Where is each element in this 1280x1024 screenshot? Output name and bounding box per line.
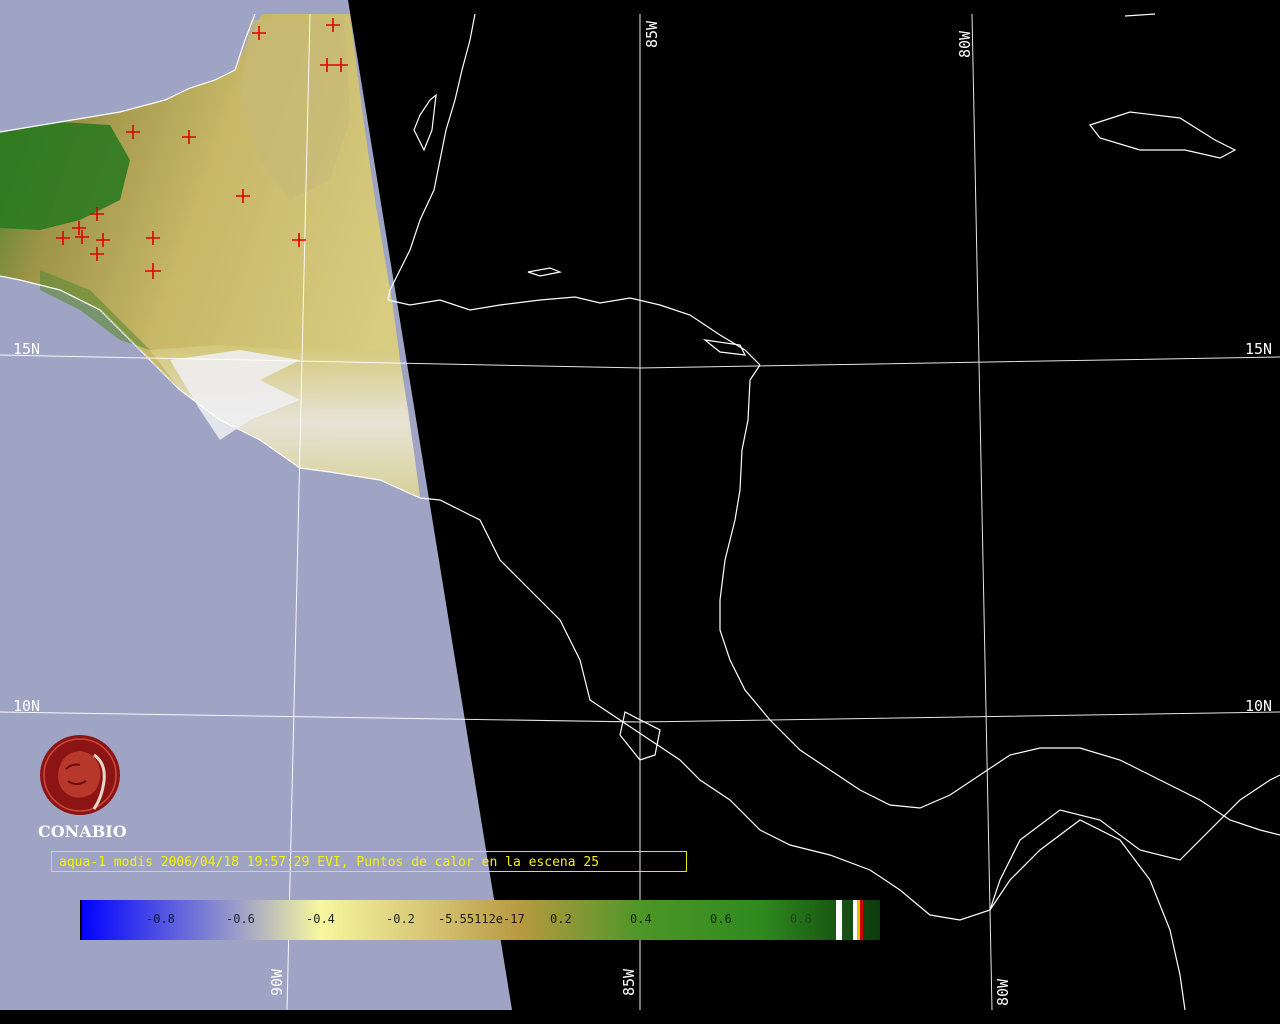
colorbar-white-band xyxy=(836,900,842,940)
colorbar-tick: -0.6 xyxy=(226,912,255,926)
coastline-bay-islands xyxy=(527,267,563,277)
logo-text: CONABIO xyxy=(38,822,127,841)
label-lat-10n-right: 10N xyxy=(1245,697,1273,715)
label-lon-80w-top: 80W xyxy=(956,30,974,58)
label-lat-10n-left: 10N xyxy=(13,697,41,715)
colorbar-tick: 0.6 xyxy=(710,912,732,926)
satellite-map: 15N 15N 10N 10N 85W 80W 90W 85W 80W CONA… xyxy=(0,0,1280,1024)
colorbar-edge xyxy=(80,900,82,940)
grid-lon-80w xyxy=(971,13,993,1011)
colorbar-tick: -0.8 xyxy=(146,912,175,926)
coastline-cuba-tip xyxy=(1124,13,1156,17)
label-lat-15n-left: 15N xyxy=(13,340,41,358)
coastline-panama-pacific xyxy=(989,774,1280,911)
coastline-mosquitia xyxy=(719,364,1280,836)
label-lon-90w-bottom: 90W xyxy=(268,968,286,996)
colorbar-white-band-2 xyxy=(853,900,857,940)
scene-caption: aqua-1 modis 2006/04/18 19:57:29 EVI, Pu… xyxy=(51,851,687,872)
colorbar-red-band xyxy=(860,900,863,940)
label-lon-85w-bottom: 85W xyxy=(620,968,638,996)
colorbar-tick: 0.8 xyxy=(790,912,812,926)
coastline-belize-islands xyxy=(413,93,437,152)
colorbar-tick: -5.55112e-17 xyxy=(438,912,525,926)
colorbar-yellow-band xyxy=(857,900,860,940)
coastline-honduras-north xyxy=(387,296,761,366)
colorbar-tick: -0.4 xyxy=(306,912,335,926)
coastline-lake-nicaragua xyxy=(702,339,747,356)
label-lon-80w-bottom: 80W xyxy=(994,978,1012,1006)
colorbar-tick: 0.4 xyxy=(630,912,652,926)
coastline-gulf-honduras xyxy=(387,13,476,301)
coastline-jamaica xyxy=(1089,111,1237,159)
label-lat-15n-right: 15N xyxy=(1245,340,1273,358)
colorbar-tick: 0.2 xyxy=(550,912,572,926)
colorbar-tick: -0.2 xyxy=(386,912,415,926)
label-lon-85w-top: 85W xyxy=(643,20,661,48)
